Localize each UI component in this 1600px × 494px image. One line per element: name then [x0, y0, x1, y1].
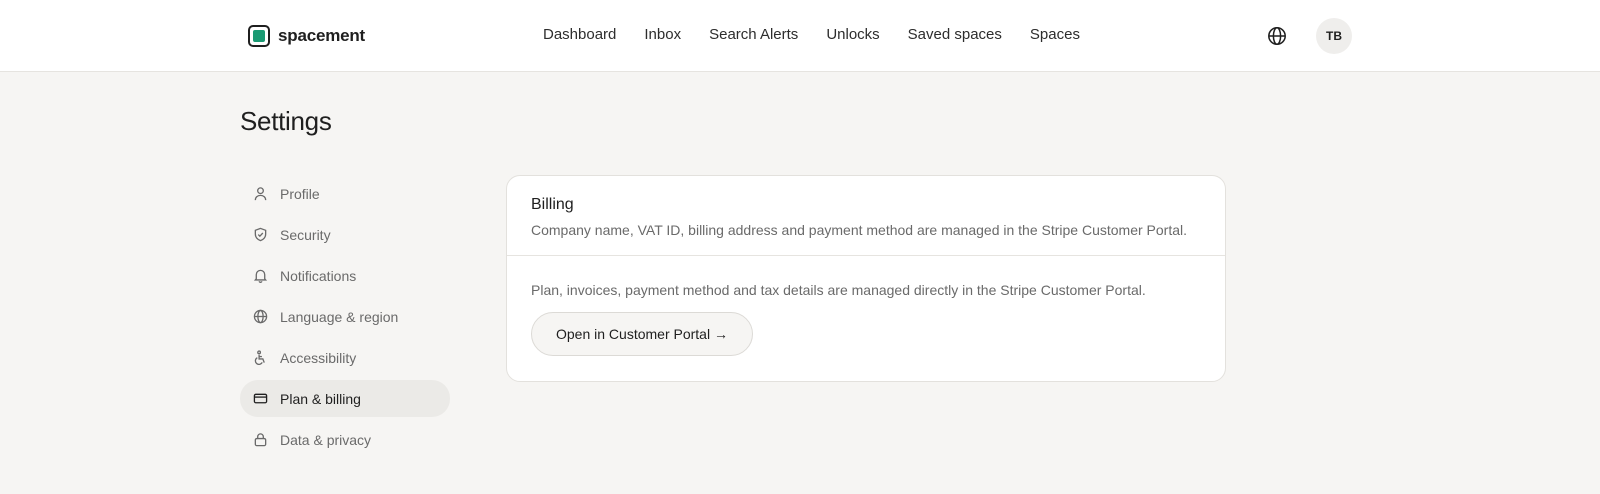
sidebar-item-label: Data & privacy	[280, 431, 372, 448]
sidebar-item-security[interactable]: Security	[240, 216, 450, 253]
open-customer-portal-button[interactable]: Open in Customer Portal →	[531, 312, 753, 356]
brand-logo[interactable]: spacement	[248, 24, 365, 48]
billing-card-body: Plan, invoices, payment method and tax d…	[507, 256, 1225, 356]
billing-body-text: Plan, invoices, payment method and tax d…	[531, 282, 1146, 298]
sidebar-item-label: Security	[280, 226, 331, 243]
user-avatar[interactable]: TB	[1316, 18, 1352, 54]
bell-icon	[252, 268, 268, 284]
sidebar-item-notifications[interactable]: Notifications	[240, 257, 450, 294]
billing-card-header: Billing Company name, VAT ID, billing ad…	[507, 176, 1225, 256]
user-icon	[252, 186, 268, 202]
sidebar-item-label: Profile	[280, 185, 320, 202]
nav-saved-spaces[interactable]: Saved spaces	[908, 26, 1002, 43]
sidebar-item-profile[interactable]: Profile	[240, 175, 450, 212]
sidebar-item-plan-billing[interactable]: Plan & billing	[240, 380, 450, 417]
nav-inbox[interactable]: Inbox	[644, 26, 681, 43]
page-title: Settings	[240, 106, 332, 136]
nav-spaces[interactable]: Spaces	[1030, 26, 1080, 43]
lock-icon	[252, 432, 268, 448]
nav-search-alerts[interactable]: Search Alerts	[709, 26, 798, 43]
language-globe-icon[interactable]	[1266, 25, 1288, 47]
credit-card-icon	[252, 391, 268, 407]
shield-icon	[252, 227, 268, 243]
brand-logo-icon	[248, 25, 270, 47]
sidebar-item-label: Plan & billing	[280, 390, 361, 407]
sidebar-item-label: Notifications	[280, 267, 357, 284]
globe-icon	[252, 309, 268, 325]
billing-card: Billing Company name, VAT ID, billing ad…	[506, 175, 1226, 382]
sidebar-item-language-region[interactable]: Language & region	[240, 298, 450, 335]
sidebar-item-label: Accessibility	[280, 349, 357, 366]
settings-sidebar: Profile Security Notifications Language …	[240, 175, 450, 462]
main-nav: Dashboard Inbox Search Alerts Unlocks Sa…	[543, 26, 1080, 43]
sidebar-item-data-privacy[interactable]: Data & privacy	[240, 421, 450, 458]
accessibility-icon	[252, 350, 268, 366]
sidebar-item-label: Language & region	[280, 308, 399, 325]
brand-name: spacement	[278, 26, 366, 45]
nav-dashboard[interactable]: Dashboard	[543, 26, 616, 43]
billing-description: Company name, VAT ID, billing address an…	[531, 222, 1188, 238]
billing-title: Billing	[531, 196, 574, 213]
sidebar-item-accessibility[interactable]: Accessibility	[240, 339, 450, 376]
top-navigation-bar: spacement Dashboard Inbox Search Alerts …	[0, 0, 1600, 72]
nav-unlocks[interactable]: Unlocks	[826, 26, 879, 43]
